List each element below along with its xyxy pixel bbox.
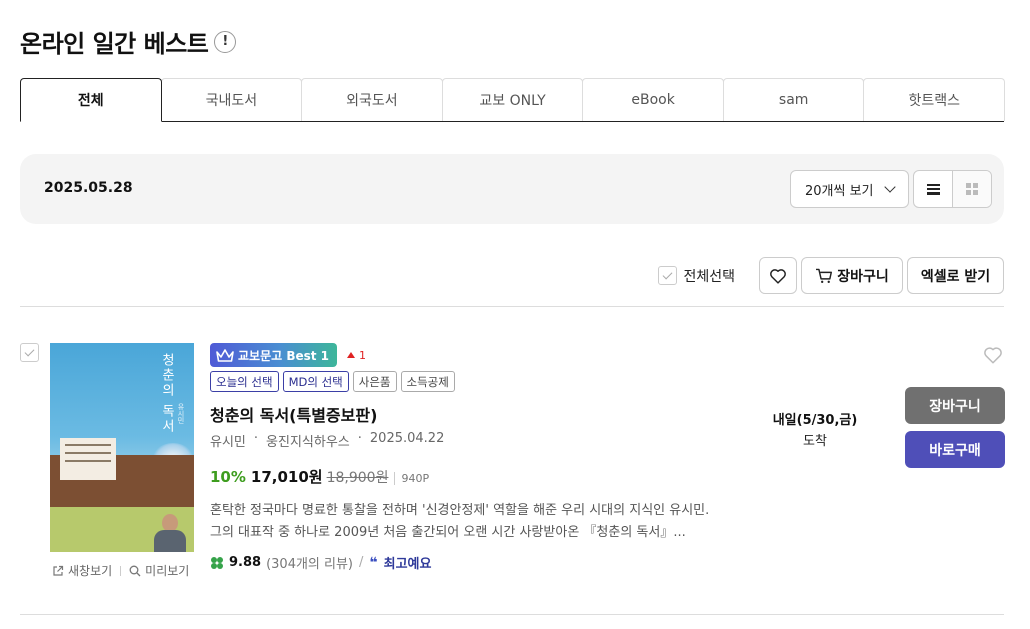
publish-date: 2025.04.22 [369, 431, 445, 446]
heart-icon [770, 268, 786, 284]
author-photo [152, 512, 188, 552]
tag-list: 오늘의 선택 MD의 선택 사은품 소득공제 [210, 371, 459, 392]
sale-price: 17,010원 [250, 468, 323, 486]
preview-link[interactable]: 미리보기 [145, 562, 189, 579]
crown-icon [216, 348, 234, 362]
cover-links: 새창보기 미리보기 [52, 562, 189, 579]
add-to-cart-button[interactable]: 장바구니 [905, 387, 1005, 424]
separator-dot: · [253, 431, 259, 446]
chevron-down-icon [884, 181, 896, 193]
tab-kyobo-only[interactable]: 교보 ONLY [441, 78, 584, 121]
page-header: 온라인 일간 베스트 ! [20, 24, 237, 59]
divider [20, 614, 1004, 615]
view-mode-toggle [913, 170, 992, 208]
delivery-info: 내일(5/30,금) 도착 [770, 410, 860, 452]
category-tabs: 전체 국내도서 외국도서 교보 ONLY eBook sam 핫트랙스 [20, 78, 1006, 122]
tab-sam[interactable]: sam [722, 78, 865, 121]
grid-icon [966, 183, 978, 195]
tag-tax-deduction: 소득공제 [400, 371, 455, 392]
reward-points: 940P [394, 472, 429, 485]
tab-foreign-books[interactable]: 외국도서 [301, 78, 443, 121]
tab-all[interactable]: 전체 [20, 78, 162, 122]
select-all-label: 전체선택 [683, 268, 735, 285]
clover-icon [211, 556, 223, 569]
book-description: 혼탁한 정국마다 명료한 통찰을 전하며 '신경안정제' 역할을 해준 우리 시… [210, 503, 710, 540]
filter-bar: 2025.05.28 20개씩 보기 [20, 154, 1004, 224]
grid-view-button[interactable] [952, 171, 991, 207]
rating-row: 9.88 (304개의 리뷰) / ❝ 최고예요 [211, 553, 431, 572]
review-keyword-label: 최고예요 [383, 557, 432, 572]
rank-change-value: 1 [359, 348, 367, 362]
tab-hottracks[interactable]: 핫트랙스 [863, 78, 1006, 121]
cover-title: 청춘의 독서 [159, 353, 174, 435]
book-cover[interactable]: 청춘의 독서 유시민 [50, 343, 194, 552]
tag-gift: 사은품 [352, 371, 397, 392]
item-wishlist-button[interactable] [983, 346, 1003, 368]
original-price: 18,900원 [326, 470, 389, 486]
separator: / [359, 555, 364, 570]
search-icon [129, 565, 141, 576]
cart-label: 장바구니 [837, 268, 889, 285]
new-window-link[interactable]: 새창보기 [68, 562, 112, 579]
page-title: 온라인 일간 베스트 [20, 30, 209, 58]
buy-now-button[interactable]: 바로구매 [905, 431, 1005, 468]
best-badge: 교보문고 Best 1 [210, 343, 338, 367]
delivery-status: 도착 [803, 434, 827, 449]
list-icon [926, 183, 940, 195]
book-title-link[interactable]: 청춘의 독서(특별증보판) [210, 402, 377, 426]
best-badge-label: 교보문고 Best 1 [238, 348, 330, 363]
separator-dot: · [357, 431, 362, 446]
list-actions: 전체선택 장바구니 엑셀로 받기 [658, 257, 1004, 294]
book-meta: 유시민 · 웅진지식하우스 · 2025.04.22 [210, 431, 444, 450]
price-row: 10% 17,010원 18,900원 940P [210, 466, 429, 487]
separator [120, 565, 122, 576]
per-page-value: 20개씩 보기 [805, 183, 874, 199]
review-count[interactable]: (304개의 리뷰) [266, 553, 353, 572]
quote-icon: ❝ [369, 554, 378, 571]
heart-icon [984, 347, 1002, 364]
per-page-select[interactable]: 20개씩 보기 [790, 170, 909, 208]
rank-up-icon [347, 352, 356, 358]
tab-ebook[interactable]: eBook [582, 78, 724, 121]
item-checkbox[interactable] [20, 343, 39, 362]
discount-rate: 10% [210, 468, 246, 486]
add-all-to-cart-button[interactable]: 장바구니 [801, 257, 903, 294]
tag-md-pick: MD의 선택 [282, 371, 349, 392]
info-icon[interactable]: ! [214, 30, 237, 53]
check-icon [24, 346, 35, 357]
ranking-date: 2025.05.28 [44, 180, 133, 196]
select-all[interactable]: 전체선택 [658, 266, 735, 286]
wishlist-all-button[interactable] [759, 257, 797, 294]
tag-today-pick: 오늘의 선택 [210, 371, 279, 392]
tab-domestic-books[interactable]: 국내도서 [160, 78, 303, 121]
cover-card [60, 438, 116, 480]
author-link[interactable]: 유시민 [210, 431, 246, 450]
excel-download-button[interactable]: 엑셀로 받기 [907, 257, 1004, 294]
delivery-date: 내일(5/30,금) [772, 413, 858, 428]
cover-author: 유시민 [177, 403, 185, 424]
publisher-link[interactable]: 웅진지식하우스 [266, 431, 350, 450]
rank-row: 교보문고 Best 1 1 [210, 343, 366, 367]
review-keyword: ❝ 최고예요 [369, 553, 432, 573]
rating-score: 9.88 [229, 555, 262, 570]
divider [20, 306, 1004, 307]
list-view-button[interactable] [914, 171, 952, 207]
check-icon [663, 269, 673, 280]
external-link-icon [53, 565, 64, 576]
cart-icon [816, 268, 833, 283]
rank-change: 1 [347, 349, 366, 362]
select-all-checkbox[interactable] [658, 266, 678, 285]
